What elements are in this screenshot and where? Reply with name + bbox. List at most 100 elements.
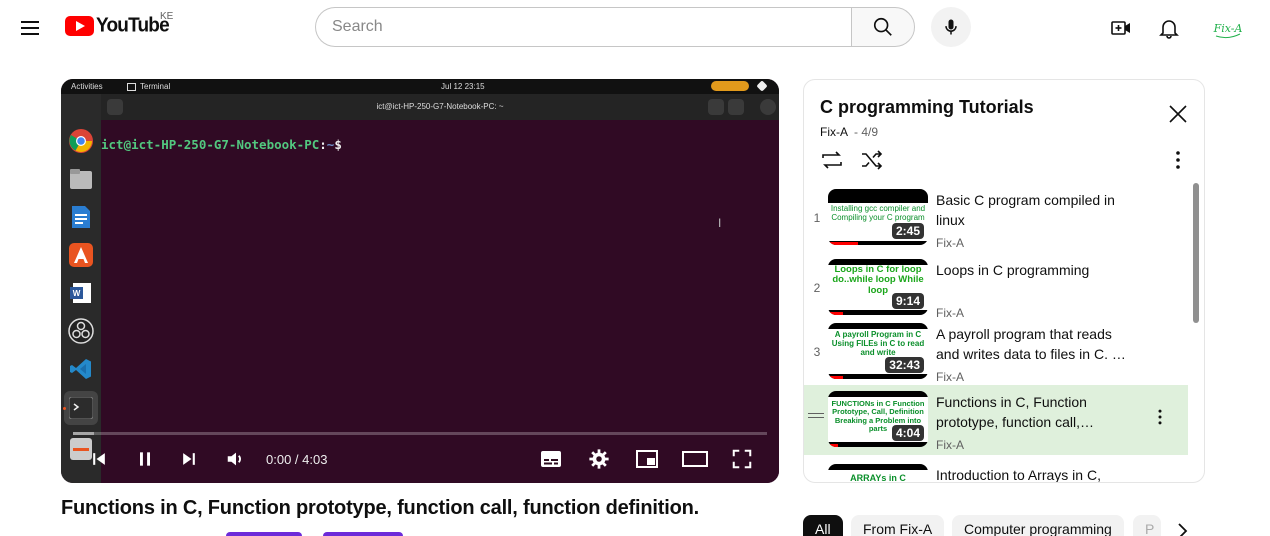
item-title: Loops in C programming (936, 262, 1090, 278)
subtitles-icon (541, 451, 561, 467)
previous-button[interactable] (83, 443, 115, 475)
system-indicator (711, 81, 749, 91)
create-button[interactable] (1105, 12, 1137, 44)
progress-bar[interactable] (73, 432, 767, 435)
skip-previous-icon (93, 453, 105, 465)
theater-mode-button[interactable] (679, 443, 711, 475)
svg-text:W: W (73, 289, 81, 298)
subtitles-button[interactable] (535, 443, 567, 475)
files-icon (68, 166, 94, 192)
svg-text:Fix-A: Fix-A (1213, 22, 1243, 35)
notifications-button[interactable] (1153, 12, 1185, 44)
playlist-item[interactable]: 3 A payroll Program in C Using FILEs in … (804, 321, 1188, 387)
thumbnail-text: ARRAYs in C (850, 473, 906, 483)
chips-next-button[interactable] (1170, 519, 1194, 536)
item-title: Functions in C, Function prototype, func… (936, 394, 1094, 430)
duration-badge: 2:45 (891, 223, 924, 239)
item-index: 3 (813, 345, 821, 359)
youtube-logo[interactable]: YouTube (65, 14, 170, 37)
item-index: 2 (813, 281, 821, 295)
chip-all[interactable]: All (803, 515, 843, 536)
chip-from-channel[interactable]: From Fix-A (851, 515, 945, 536)
video-thumbnail[interactable]: Loops in C for loop do..while loop While… (828, 259, 928, 315)
playlist-items: 1 Installing gcc compiler and Compiling … (804, 184, 1194, 483)
prompt-symbol: $ (334, 137, 342, 152)
prompt-user: ict@ict-HP-250-G7-Notebook-PC (101, 137, 320, 152)
fullscreen-button[interactable] (726, 443, 758, 475)
terminal-dock-icon (64, 391, 98, 425)
chip-computer-programming[interactable]: Computer programming (952, 515, 1124, 536)
gear-icon (589, 449, 609, 469)
item-index: 1 (813, 211, 821, 225)
drag-handle-icon[interactable] (808, 413, 824, 421)
desktop-clock: Jul 12 23:15 (441, 82, 485, 91)
terminal-window: ict@ict-HP-250-G7-Notebook-PC: ~ ict@ict… (101, 94, 779, 483)
next-button[interactable] (173, 443, 205, 475)
chevron-right-icon (1178, 523, 1188, 536)
video-title: Functions in C, Function prototype, func… (61, 497, 699, 519)
playlist-channel[interactable]: Fix-A (820, 125, 848, 139)
video-thumbnail[interactable]: ARRAYs in C (828, 464, 928, 483)
playlist-subtitle: Fix-A - 4/9 (820, 125, 878, 139)
watched-progress (828, 376, 843, 379)
app-center-icon (68, 242, 94, 268)
activities-label: Activities (71, 82, 103, 91)
playlist-item-current[interactable]: FUNCTIONs in C Function Prototype, Call,… (804, 385, 1188, 455)
obs-icon (68, 318, 94, 344)
terminal-app-label: Terminal (127, 82, 170, 91)
more-vertical-icon (1158, 409, 1162, 425)
avatar[interactable]: Fix-A (1212, 12, 1244, 44)
video-thumbnail[interactable]: A payroll Program in C Using FILEs in C … (828, 323, 928, 379)
terminal-small-icon (127, 82, 136, 91)
volume-icon (227, 452, 241, 466)
duration-badge: 32:43 (885, 357, 924, 373)
terminal-title: ict@ict-HP-250-G7-Notebook-PC: ~ (376, 102, 504, 111)
chip-partial[interactable]: P (1133, 515, 1161, 536)
item-title: A payroll program that reads and writes … (936, 326, 1126, 362)
playlist-title[interactable]: C programming Tutorials (820, 97, 1034, 118)
skip-next-icon (183, 453, 195, 465)
playlist-scrollbar[interactable] (1193, 183, 1199, 323)
video-thumbnail[interactable]: Installing gcc compiler and Compiling yo… (828, 189, 928, 245)
channel-avatar-partial (226, 532, 302, 536)
create-video-icon (1111, 21, 1130, 35)
settings-button[interactable] (583, 443, 615, 475)
search-icon (873, 17, 892, 36)
video-player[interactable]: Activities Terminal Jul 12 23:15 W ict@i… (61, 79, 779, 483)
close-playlist-button[interactable] (1166, 102, 1190, 126)
loop-button[interactable] (820, 148, 844, 172)
terminal-search-icon (708, 99, 724, 115)
item-more-button[interactable] (1150, 407, 1170, 427)
close-icon (1169, 105, 1187, 123)
desktop-topbar: Activities Terminal Jul 12 23:15 (61, 79, 779, 94)
playlist-item[interactable]: ARRAYs in C Introduction to Arrays in C, (804, 462, 1188, 483)
thumbnail-text: Loops in C for loop do..while loop While… (832, 264, 924, 296)
menu-icon[interactable] (14, 12, 46, 44)
playlist-more-button[interactable] (1166, 148, 1190, 172)
thumbnail-text: Installing gcc compiler and Compiling yo… (830, 204, 926, 222)
minimize-icon (760, 99, 776, 115)
item-channel: Fix-A (936, 438, 964, 452)
miniplayer-icon (636, 450, 658, 468)
text-cursor-icon: I (718, 216, 722, 230)
search-button[interactable] (851, 7, 915, 47)
prompt-separator: : (319, 137, 327, 152)
playlist-item[interactable]: 1 Installing gcc compiler and Compiling … (804, 187, 1188, 253)
video-thumbnail[interactable]: FUNCTIONs in C Function Prototype, Call,… (828, 391, 928, 447)
terminal-titlebar: ict@ict-HP-250-G7-Notebook-PC: ~ (101, 94, 779, 120)
duration-badge: 4:04 (891, 425, 924, 441)
vscode-icon (68, 356, 94, 382)
player-controls: 0:00 / 4:03 (61, 443, 779, 475)
subscribe-button-partial[interactable] (323, 532, 403, 536)
running-indicator (63, 407, 66, 410)
watched-progress (828, 312, 843, 315)
item-title: Introduction to Arrays in C, (936, 467, 1101, 483)
search-input[interactable] (332, 18, 852, 36)
shuffle-button[interactable] (860, 148, 884, 172)
mute-button[interactable] (220, 443, 252, 475)
playlist-item[interactable]: 2 Loops in C for loop do..while loop Whi… (804, 257, 1188, 323)
miniplayer-button[interactable] (631, 443, 663, 475)
voice-search-button[interactable] (931, 7, 971, 47)
playlist-position: - 4/9 (854, 125, 879, 139)
pause-button[interactable] (129, 443, 161, 475)
